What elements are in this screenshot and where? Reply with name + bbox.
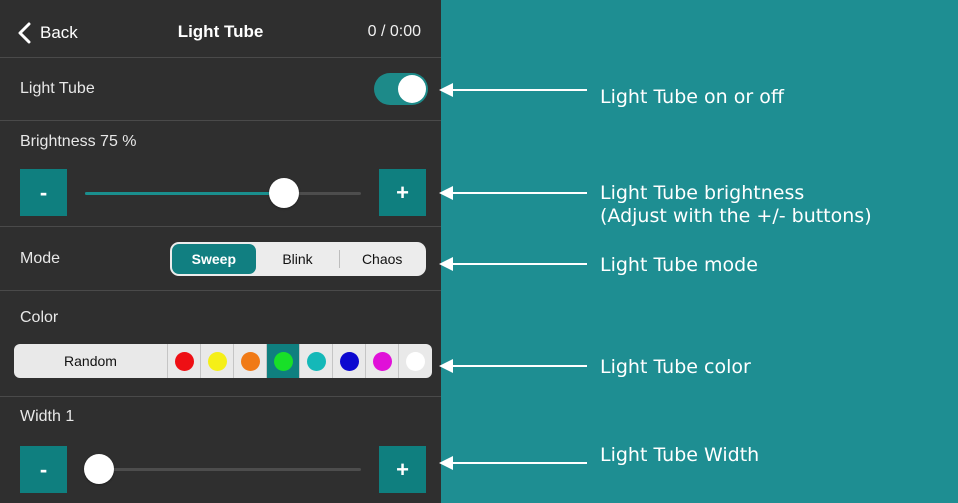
mode-option-chaos[interactable]: Chaos (340, 244, 424, 274)
width-label: Width 1 (20, 408, 75, 425)
width-slider-thumb[interactable] (83, 454, 114, 484)
divider (0, 120, 441, 121)
divider (0, 57, 441, 58)
width-slider-track[interactable] (83, 454, 361, 484)
light-tube-label: Light Tube (20, 80, 95, 97)
arrow-left-icon (439, 257, 587, 271)
color-dot (207, 351, 227, 371)
color-swatch[interactable] (201, 344, 234, 378)
mode-option-blink[interactable]: Blink (256, 244, 340, 274)
brightness-slider-track[interactable] (85, 178, 361, 208)
color-swatch[interactable] (399, 344, 431, 378)
header-bar: Back Light Tube 0 / 0:00 (0, 0, 441, 57)
brightness-slider-fill (85, 192, 284, 195)
divider (0, 226, 441, 227)
color-dot (174, 351, 194, 371)
color-swatch[interactable] (234, 344, 267, 378)
toggle-knob (398, 75, 426, 103)
annotation-background (441, 0, 958, 503)
playback-time: 0 / 0:00 (367, 23, 421, 40)
annotation-mode: Light Tube mode (600, 254, 758, 276)
color-picker: Random (14, 344, 432, 378)
brightness-plus-button[interactable]: + (379, 169, 426, 216)
light-tube-toggle[interactable] (374, 73, 428, 105)
color-label: Color (20, 309, 59, 326)
brightness-label: Brightness 75 % (20, 133, 137, 150)
brightness-minus-button[interactable]: - (20, 169, 67, 216)
color-dot (405, 351, 425, 371)
annotation-width: Light Tube Width (600, 444, 760, 466)
color-dot (240, 351, 260, 371)
mode-label: Mode (20, 250, 61, 267)
color-swatch[interactable] (300, 344, 333, 378)
random-color-button[interactable]: Random (14, 344, 168, 378)
annotation-color: Light Tube color (600, 356, 751, 378)
width-plus-button[interactable]: + (379, 446, 426, 493)
light-tube-panel: Back Light Tube 0 / 0:00 Light Tube Brig… (0, 0, 441, 503)
annotation-brightness-line2: (Adjust with the +/- buttons) (600, 205, 872, 227)
color-swatch[interactable] (168, 344, 201, 378)
mode-option-sweep[interactable]: Sweep (172, 244, 256, 274)
arrow-left-icon (439, 83, 587, 97)
color-dot (339, 351, 359, 371)
color-swatch[interactable] (333, 344, 366, 378)
color-dot (273, 351, 293, 371)
mode-segmented-control: Sweep Blink Chaos (170, 242, 426, 276)
color-swatch[interactable] (267, 344, 300, 378)
annotation-brightness-line1: Light Tube brightness (600, 182, 805, 204)
arrow-left-icon (439, 186, 587, 200)
brightness-slider-thumb[interactable] (268, 178, 299, 208)
arrow-left-icon (439, 456, 587, 470)
color-dot (306, 351, 326, 371)
annotation-onoff: Light Tube on or off (600, 86, 784, 108)
color-swatch[interactable] (366, 344, 399, 378)
divider (0, 396, 441, 397)
color-dot (372, 351, 392, 371)
divider (0, 290, 441, 291)
arrow-left-icon (439, 359, 587, 373)
width-minus-button[interactable]: - (20, 446, 67, 493)
